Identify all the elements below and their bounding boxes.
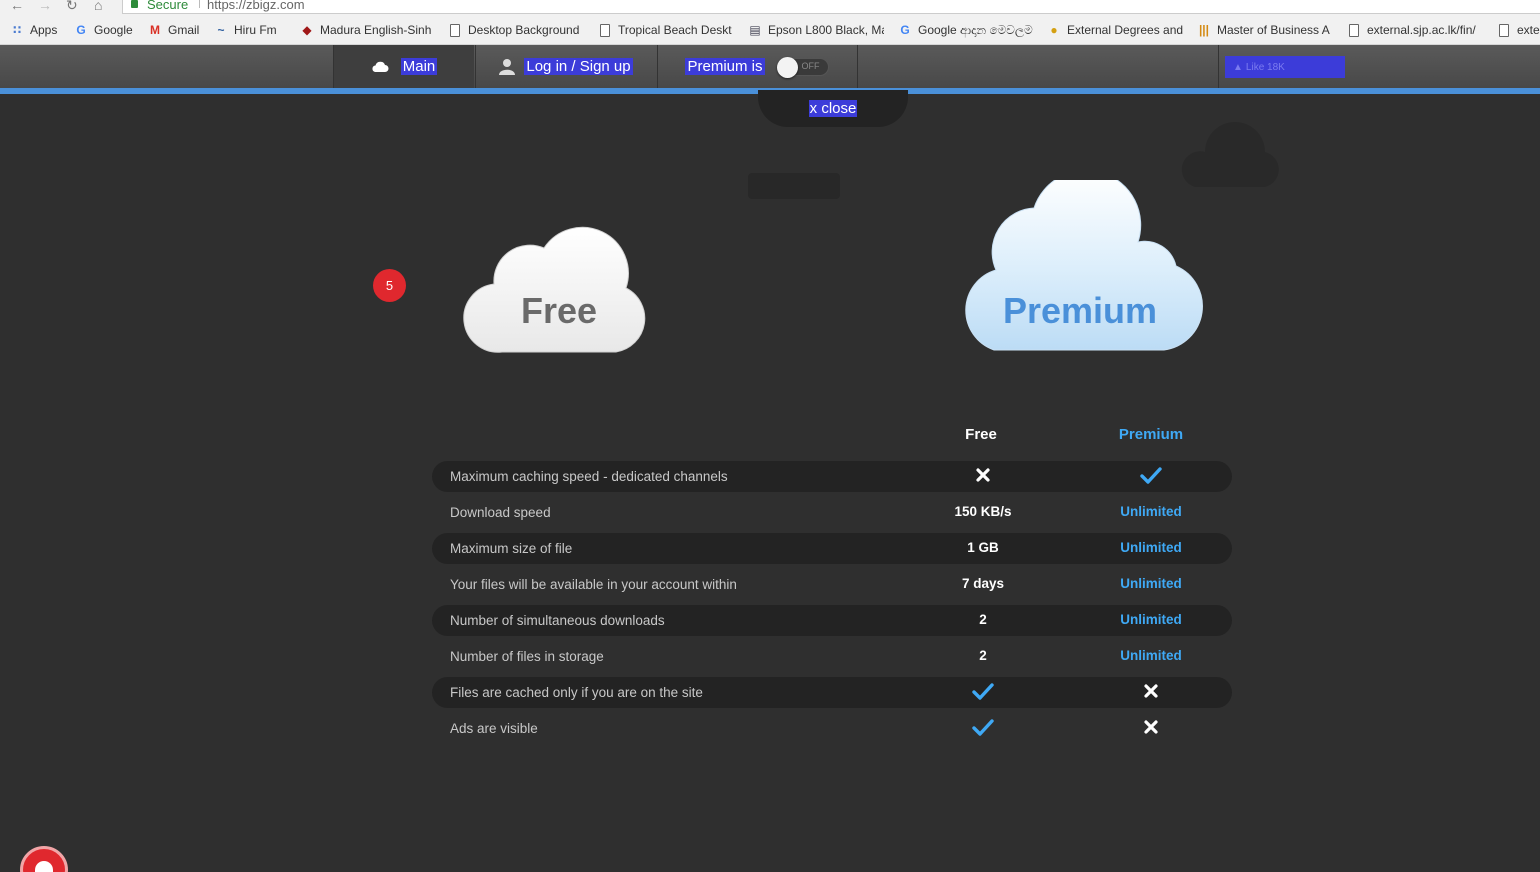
bookmark-epson[interactable]: ▤ Epson L800 Black, Ma (748, 22, 884, 38)
free-value: 2 (979, 612, 987, 627)
premium-cloud-label: Premium (1002, 290, 1158, 331)
premium-value: Unlimited (1120, 612, 1182, 627)
column-header-free: Free (965, 426, 997, 443)
thumbs-up-icon: ▲ (1233, 61, 1243, 73)
notification-bell-button[interactable] (20, 846, 68, 872)
premium-value: Unlimited (1120, 648, 1182, 663)
tab-main[interactable]: Main (334, 45, 474, 88)
page-icon (450, 23, 460, 37)
column-header-premium: Premium (1118, 426, 1184, 443)
free-cloud-label: Free (520, 290, 598, 331)
check-icon (913, 683, 1053, 703)
close-button[interactable]: x close (758, 90, 908, 127)
bookmark-apps[interactable]: ∷ Apps (10, 22, 58, 38)
premium-cloud-icon (965, 169, 1203, 351)
feature-label: Download speed (450, 505, 551, 520)
table-row: Ads are visible (432, 713, 1232, 744)
printer-icon: ▤ (749, 23, 761, 37)
premium-toggle-group: Premium is OFF (658, 45, 856, 88)
feature-label: Ads are visible (450, 721, 538, 736)
cross-icon (913, 467, 1053, 487)
bookmark-master-business[interactable]: ||| Master of Business A (1197, 22, 1335, 38)
feature-label: Maximum caching speed - dedicated channe… (450, 469, 728, 484)
feature-label: Number of files in storage (450, 649, 604, 664)
bookmark-hiru-fm[interactable]: ~ Hiru Fm (214, 22, 276, 38)
secure-label: Secure (147, 0, 189, 12)
toggle-knob[interactable] (776, 56, 798, 78)
table-row: Files are cached only if you are on the … (432, 677, 1232, 708)
user-icon (499, 59, 516, 75)
free-value: 2 (979, 648, 987, 663)
page-icon (600, 23, 610, 37)
forward-icon[interactable]: → (38, 0, 52, 13)
bookmark-madura[interactable]: ◆ Madura English-Sinh (300, 22, 436, 38)
bell-icon (35, 861, 53, 872)
circle-icon: ● (1050, 23, 1058, 37)
table-row: Your files will be available in your acc… (432, 569, 1232, 600)
table-row: Maximum caching speed - dedicated channe… (432, 461, 1232, 492)
bookmark-google[interactable]: G Google (74, 22, 132, 38)
free-value: 1 GB (967, 540, 999, 555)
table-row: Download speed 150 KB/s Unlimited (432, 497, 1232, 528)
reload-icon[interactable]: ↻ (66, 0, 78, 14)
check-icon (913, 719, 1053, 739)
premium-toggle[interactable]: OFF (776, 56, 829, 78)
table-row: Number of files in storage 2 Unlimited (432, 641, 1232, 672)
url-text[interactable]: https://zbigz.com (207, 0, 305, 12)
bookmark-external-degrees[interactable]: ● External Degrees and (1047, 22, 1183, 38)
premium-value: Unlimited (1120, 540, 1182, 555)
feature-label: Files are cached only if you are on the … (450, 685, 703, 700)
bookmarks-bar: ∷ Apps G Google M Gmail ~ Hiru Fm ◆ Madu… (0, 14, 1540, 45)
free-value: 7 days (961, 576, 1005, 591)
page-icon (1349, 23, 1359, 37)
free-plan-cloud[interactable]: Free (460, 218, 658, 364)
background-button-shape (748, 173, 840, 199)
cloud-icon (372, 61, 389, 72)
tab-main-label: Main (400, 58, 438, 75)
like-label: Like 18K (1245, 61, 1285, 73)
premium-plan-cloud[interactable]: Premium (942, 169, 1218, 362)
bookmark-external-sjp[interactable]: external.sjp.ac.lk/fin/ (1349, 22, 1489, 38)
back-icon[interactable]: ← (10, 0, 24, 13)
radio-icon: ~ (217, 23, 225, 37)
address-bar[interactable]: Secure https://zbigz.com (122, 0, 1540, 14)
browser-toolbar: ← → ↻ ⌂ Secure https://zbigz.com (0, 0, 1540, 14)
lock-icon (131, 0, 138, 8)
bookmark-desktop-background[interactable]: Desktop Background (450, 22, 584, 38)
tab-login-signup[interactable]: Log in / Sign up (476, 45, 656, 88)
facebook-like-button[interactable]: ▲ Like 18K (1225, 56, 1345, 78)
toggle-state: OFF (801, 60, 820, 71)
feature-label: Number of simultaneous downloads (450, 613, 665, 628)
tab-login-label: Log in / Sign up (524, 58, 633, 75)
feature-label: Your files will be available in your acc… (450, 577, 737, 592)
premium-label: Premium is (685, 58, 765, 75)
cross-icon (1081, 719, 1221, 739)
bookmark-google-input[interactable]: G Google ආදාන මෙවලම (898, 22, 1034, 38)
page-icon (1499, 23, 1509, 37)
table-row: Maximum size of file 1 GB Unlimited (432, 533, 1232, 564)
bookmark-tropical-beach[interactable]: Tropical Beach Deskt (600, 22, 734, 38)
close-label: x close (808, 100, 858, 117)
bars-icon: ||| (1198, 23, 1210, 37)
feature-label: Maximum size of file (450, 541, 573, 556)
bookmark-exte[interactable]: exte (1499, 22, 1540, 38)
google-icon: G (900, 23, 910, 37)
premium-value: Unlimited (1120, 576, 1182, 591)
check-icon (1081, 467, 1221, 487)
apps-grid-icon: ∷ (12, 23, 22, 37)
free-value: 150 KB/s (954, 504, 1012, 519)
table-row: Number of simultaneous downloads 2 Unlim… (432, 605, 1232, 636)
cross-icon (1081, 683, 1221, 703)
badge-count: 5 (385, 278, 394, 293)
notification-badge[interactable]: 5 (373, 269, 406, 302)
bookmark-gmail[interactable]: M Gmail (148, 22, 199, 38)
premium-value: Unlimited (1120, 504, 1182, 519)
home-icon[interactable]: ⌂ (94, 0, 102, 13)
gmail-icon: M (150, 23, 160, 37)
google-icon: G (76, 23, 86, 37)
madura-icon: ◆ (302, 23, 312, 37)
